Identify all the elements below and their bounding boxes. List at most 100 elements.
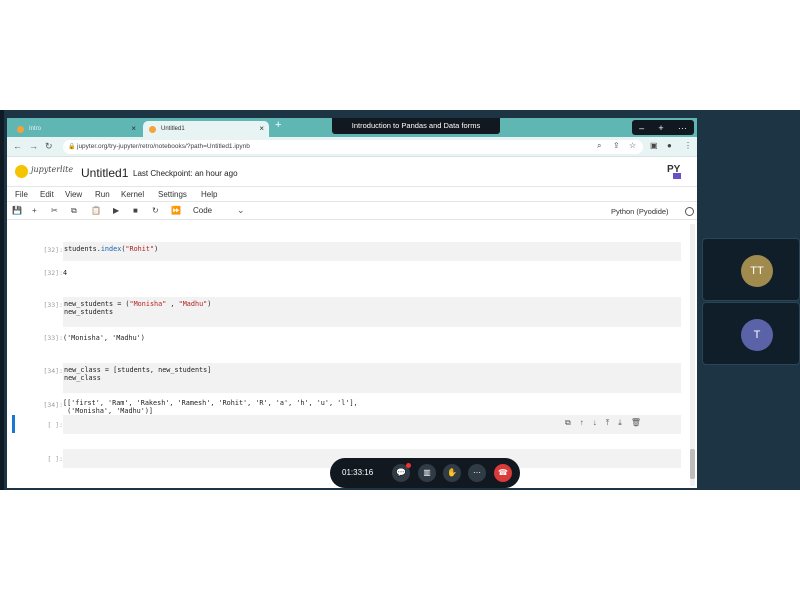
chat-icon: 💬 — [396, 468, 406, 477]
participant-tile[interactable]: TT — [702, 238, 800, 301]
avatar: T — [741, 319, 773, 351]
code-token: ) — [154, 245, 159, 253]
chat-button[interactable]: 💬 — [392, 463, 411, 482]
output-line: [['first', 'Ram', 'Rakesh', 'Ramesh', 'R… — [63, 399, 358, 407]
bookmark-star-icon[interactable]: ☆ — [629, 141, 636, 150]
more-button[interactable]: ⋯ — [468, 464, 486, 482]
notebook-toolbar: 💾 + ✂ ⧉ 📋 ▶ ■ ↻ ⏩ Code ⌄ Python (Pyodide… — [7, 202, 697, 220]
hand-icon: ✋ — [447, 468, 457, 477]
kernel-status-icon — [685, 207, 694, 216]
notebook-name[interactable]: Untitled1 — [81, 166, 128, 180]
jupyter-favicon-icon — [149, 126, 156, 133]
stats-button[interactable]: ▥ — [418, 464, 436, 482]
copy-icon[interactable]: ⧉ — [71, 206, 77, 216]
share-icon[interactable]: ⇪ — [613, 141, 620, 150]
tab-untitled1[interactable]: Untitled1 × — [143, 121, 269, 137]
kernel-name[interactable]: Python (Pyodide) — [611, 207, 669, 216]
code-token: "Rohit" — [125, 245, 155, 253]
input-prompt: [32]: — [43, 246, 63, 254]
insert-below-icon[interactable]: ⤓ — [618, 418, 622, 428]
close-tab-icon[interactable]: × — [131, 121, 136, 137]
paste-icon[interactable]: 📋 — [91, 206, 101, 215]
code-token: new_students = ( — [64, 300, 130, 308]
code-token: "Monisha" — [129, 300, 167, 308]
delete-cell-icon[interactable]: 🗑 — [631, 418, 641, 428]
code-cell[interactable]: new_students = ("Monisha" , "Madhu") new… — [63, 297, 681, 327]
menu-view[interactable]: View — [65, 190, 82, 199]
menu-file[interactable]: File — [15, 190, 28, 199]
maximize-icon[interactable]: + — [658, 123, 663, 133]
code-cell[interactable]: students.index("Rohit") — [63, 242, 681, 261]
move-down-icon[interactable]: ↓ — [593, 418, 597, 428]
tab-bar: Intro × Untitled1 × + Introduction to Pa… — [7, 118, 697, 137]
notification-dot — [406, 463, 411, 468]
window-controls: – + ··· — [632, 120, 694, 135]
jupyter-favicon-icon — [17, 126, 24, 133]
run-icon[interactable]: ▶ — [113, 206, 119, 215]
browser-menu-icon[interactable]: ⋮ — [684, 141, 692, 150]
zoom-icon[interactable]: ⌕ — [597, 141, 601, 151]
call-timer: 01:33:16 — [342, 468, 374, 477]
jupyterlite-logo-icon[interactable] — [15, 165, 28, 178]
cell-toolbar: ⧉ ↑ ↓ ⤒ ⤓ 🗑 — [565, 418, 641, 428]
stop-icon[interactable]: ■ — [133, 206, 138, 215]
input-prompt: [34]: — [43, 367, 63, 375]
restart-icon[interactable]: ↻ — [152, 206, 159, 215]
fast-forward-icon[interactable]: ⏩ — [171, 206, 181, 215]
output-prompt: [33]: — [43, 334, 63, 342]
lock-icon: 🔒 — [68, 144, 76, 150]
checkpoint-status: Last Checkpoint: an hour ago — [133, 169, 238, 178]
active-cell-marker — [12, 415, 15, 433]
close-tab-icon[interactable]: × — [259, 121, 264, 137]
code-line: new_class — [64, 374, 101, 382]
minimize-icon[interactable]: – — [639, 123, 644, 133]
insert-above-icon[interactable]: ⤒ — [606, 418, 610, 428]
forward-icon[interactable]: → — [29, 141, 38, 151]
new-tab-button[interactable]: + — [275, 119, 281, 131]
call-controls: 01:33:16 💬 ▥ ✋ ⋯ ☎ — [330, 458, 520, 488]
code-cell[interactable]: new_class = [students, new_students] new… — [63, 363, 681, 393]
end-call-button[interactable]: ☎ — [494, 464, 512, 482]
menu-run[interactable]: Run — [95, 190, 110, 199]
code-token: ) — [207, 300, 212, 308]
window-edge — [0, 110, 4, 490]
cell-output: [['first', 'Ram', 'Rakesh', 'Ramesh', 'R… — [63, 399, 358, 415]
save-icon[interactable]: 💾 — [12, 206, 22, 215]
sidebar-icon[interactable]: ▣ — [650, 141, 658, 150]
meeting-title: Introduction to Pandas and Data forms — [332, 118, 500, 134]
py-badge-text: PY — [667, 164, 681, 175]
jupyterlite-logo-text: jupyterlite — [31, 165, 74, 174]
participant-tile[interactable]: T — [702, 302, 800, 365]
duplicate-cell-icon[interactable]: ⧉ — [565, 418, 571, 428]
chevron-down-icon[interactable]: ⌄ — [237, 205, 245, 216]
input-prompt: [ ]: — [47, 455, 63, 463]
code-token: students. — [64, 245, 101, 253]
cell-type-select[interactable]: Code — [193, 206, 212, 215]
scrollbar[interactable] — [690, 224, 695, 486]
cut-icon[interactable]: ✂ — [51, 206, 58, 215]
code-line: new_students — [64, 308, 114, 316]
insert-cell-icon[interactable]: + — [32, 206, 37, 215]
shared-browser: Intro × Untitled1 × + Introduction to Pa… — [7, 118, 697, 488]
profile-icon[interactable]: ● — [667, 141, 672, 150]
more-options-icon[interactable]: ··· — [678, 123, 687, 133]
code-token: , — [166, 300, 179, 308]
scrollbar-thumb[interactable] — [690, 449, 695, 479]
output-prompt: [34]: — [43, 401, 63, 409]
react-button[interactable]: ✋ — [443, 464, 461, 482]
tab-intro[interactable]: Intro × — [11, 121, 141, 137]
menu-kernel[interactable]: Kernel — [121, 190, 144, 199]
input-prompt: [ ]: — [47, 421, 63, 429]
end-call-icon: ☎ — [498, 468, 508, 477]
reload-icon[interactable]: ↻ — [45, 141, 53, 152]
menu-help[interactable]: Help — [201, 190, 217, 199]
back-icon[interactable]: ← — [13, 141, 22, 151]
tab-title: Untitled1 — [161, 126, 185, 132]
menu-edit[interactable]: Edit — [40, 190, 54, 199]
code-line: new_class = [students, new_students] — [64, 366, 212, 374]
jupyter-header: jupyterlite Untitled1 Last Checkpoint: a… — [7, 158, 697, 186]
url-input[interactable]: 🔒 jupyter.org/try-jupyter/retro/notebook… — [63, 140, 643, 154]
menu-settings[interactable]: Settings — [158, 190, 187, 199]
meeting-window: Intro × Untitled1 × + Introduction to Pa… — [0, 110, 800, 490]
move-up-icon[interactable]: ↑ — [580, 418, 584, 428]
